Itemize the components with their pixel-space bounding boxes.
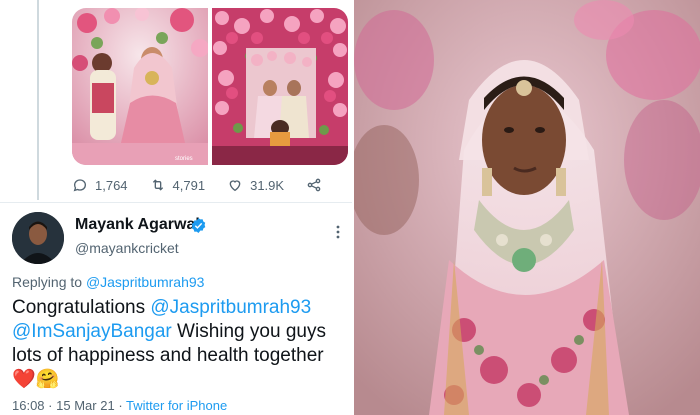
user-handle[interactable]: @mayankcricket — [75, 240, 179, 256]
tweet-screenshot: stories 1,764 4,791 31.9K Mayank Agarwal… — [0, 0, 352, 415]
replying-to-mention-link[interactable]: @Jaspritbumrah93 — [86, 274, 205, 290]
meta-separator-dot: · — [48, 398, 53, 413]
thread-connector-line — [37, 0, 39, 200]
avatar[interactable] — [12, 212, 64, 264]
media-watermark: stories — [175, 156, 193, 162]
bride-photo — [352, 0, 700, 415]
meta-separator-dot: · — [118, 398, 123, 413]
replying-to-line: Replying to @Jaspritbumrah93 — [12, 274, 204, 290]
reply-action[interactable]: 1,764 — [72, 177, 128, 193]
heart-icon — [229, 180, 241, 192]
wedding-photo-couple[interactable]: stories — [72, 8, 208, 165]
tweet-text-congrats: Congratulations — [12, 297, 146, 318]
like-count: 31.9K — [250, 177, 285, 193]
tweet-action-bar: 1,764 4,791 31.9K — [72, 174, 332, 196]
retweet-count: 4,791 — [172, 177, 206, 193]
more-options-icon[interactable] — [330, 224, 346, 240]
reply-count: 1,764 — [95, 177, 128, 193]
share-action[interactable] — [306, 177, 322, 193]
share-icon — [307, 178, 321, 192]
wedding-photo-mandap[interactable] — [212, 8, 348, 165]
tweet-date[interactable]: 15 Mar 21 — [56, 398, 115, 413]
retweet-icon — [152, 179, 163, 191]
replying-to-label: Replying to — [12, 274, 83, 290]
mention-link-bumrah[interactable]: @Jaspritbumrah93 — [150, 297, 311, 318]
mention-link-bangar[interactable]: @ImSanjayBangar — [12, 321, 172, 342]
tweet-separator — [0, 202, 352, 203]
verified-badge-icon — [191, 218, 206, 233]
tweet-meta: 16:08 · 15 Mar 21 · Twitter for iPhone — [12, 398, 227, 413]
tweet-media-grid[interactable]: stories — [72, 8, 348, 165]
reply-icon — [73, 179, 87, 192]
tweet-time[interactable]: 16:08 — [12, 398, 45, 413]
tweet-source-link[interactable]: Twitter for iPhone — [126, 398, 227, 413]
tweet-text: Congratulations @Jaspritbumrah93 @ImSanj… — [12, 296, 348, 392]
like-action[interactable]: 31.9K — [227, 177, 284, 193]
retweet-action[interactable]: 4,791 — [150, 177, 206, 193]
display-name[interactable]: Mayank Agarwal — [75, 216, 200, 234]
tweet-emojis: ❤️🤗 — [12, 369, 60, 390]
